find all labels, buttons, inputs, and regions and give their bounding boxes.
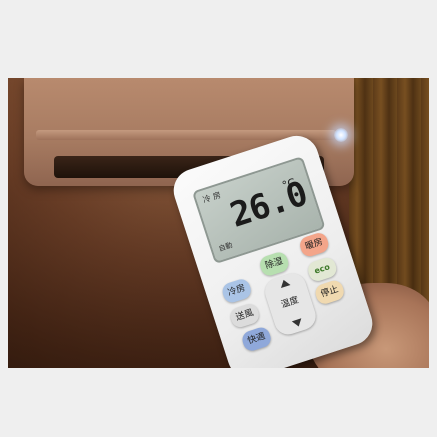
image-frame: 冷 房 26.0 °C 自動 冷房 除湿 暖房 送風 eco 停止 快適 温度	[0, 0, 437, 437]
fan-button: 送風	[228, 301, 262, 330]
photo: 冷 房 26.0 °C 自動 冷房 除湿 暖房 送風 eco 停止 快適 温度	[8, 78, 429, 368]
ac-indicator-light	[334, 128, 348, 142]
lcd-mode-text: 冷 房	[201, 190, 223, 205]
temperature-rocker: 温度	[261, 269, 320, 339]
lcd-temperature: 26.0	[225, 173, 312, 236]
cool-button: 冷房	[220, 277, 254, 305]
comfort-button: 快適	[240, 325, 273, 353]
eco-button: eco	[305, 255, 339, 284]
temperature-label: 温度	[279, 295, 301, 311]
down-arrow-icon	[291, 318, 304, 328]
up-arrow-icon	[278, 278, 291, 289]
stop-button: 停止	[313, 278, 347, 307]
lcd-bottom-text: 自動	[217, 241, 234, 254]
